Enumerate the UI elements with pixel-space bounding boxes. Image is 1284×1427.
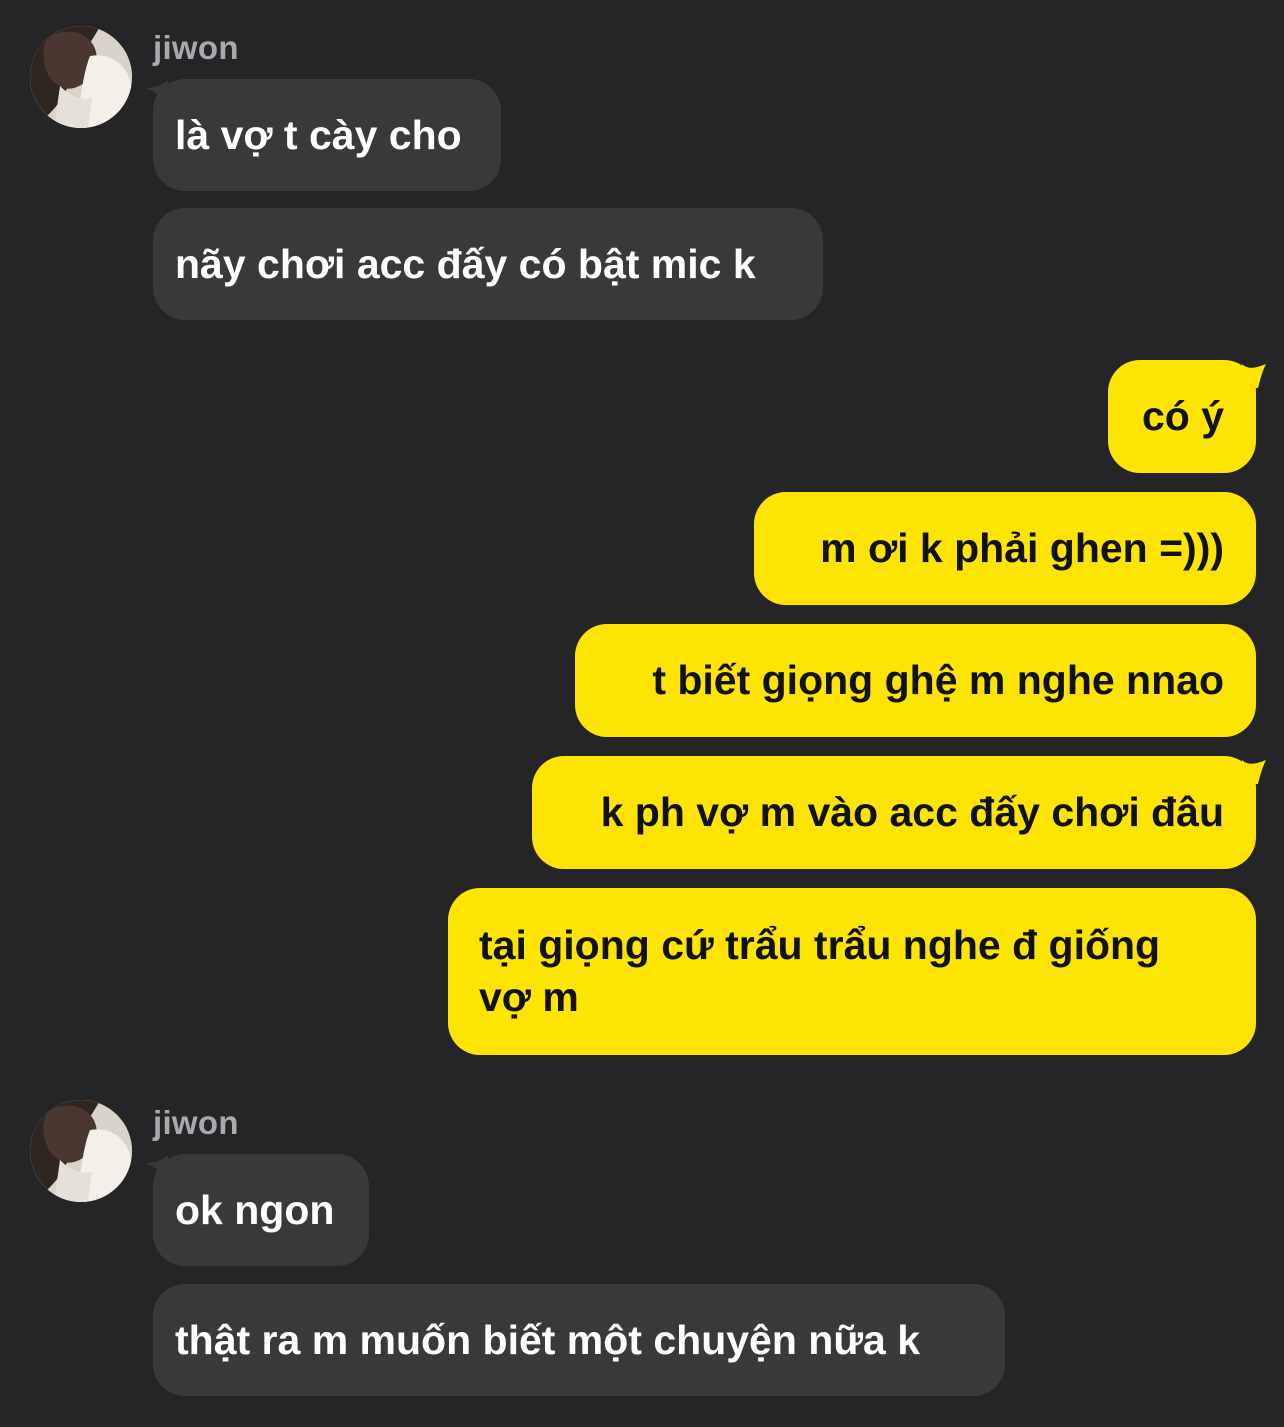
avatar-photo-icon <box>30 1100 132 1202</box>
outgoing-message[interactable]: t biết giọng ghệ m nghe nnao <box>575 624 1256 737</box>
incoming-message[interactable]: thật ra m muốn biết một chuyện nữa k <box>153 1284 1005 1396</box>
outgoing-message[interactable]: tại giọng cứ trẩu trẩu nghe đ giống vợ m <box>448 888 1256 1055</box>
incoming-message[interactable]: là vợ t cày cho <box>153 79 501 191</box>
outgoing-message[interactable]: có ý <box>1108 360 1256 473</box>
outgoing-message[interactable]: m ơi k phải ghen =))) <box>754 492 1256 605</box>
avatar-photo-icon <box>30 26 132 128</box>
outgoing-message[interactable]: k ph vợ m vào acc đấy chơi đâu <box>532 756 1256 869</box>
incoming-message[interactable]: nãy chơi acc đấy có bật mic k <box>153 208 823 320</box>
sender-name: jiwon <box>153 1104 239 1141</box>
sender-name: jiwon <box>153 29 239 66</box>
incoming-message[interactable]: ok ngon <box>153 1154 369 1266</box>
chat-thread: jiwon là vợ t cày cho nãy chơi acc đấy c… <box>0 0 1284 1427</box>
sender-avatar[interactable] <box>30 1100 132 1202</box>
sender-avatar[interactable] <box>30 26 132 128</box>
